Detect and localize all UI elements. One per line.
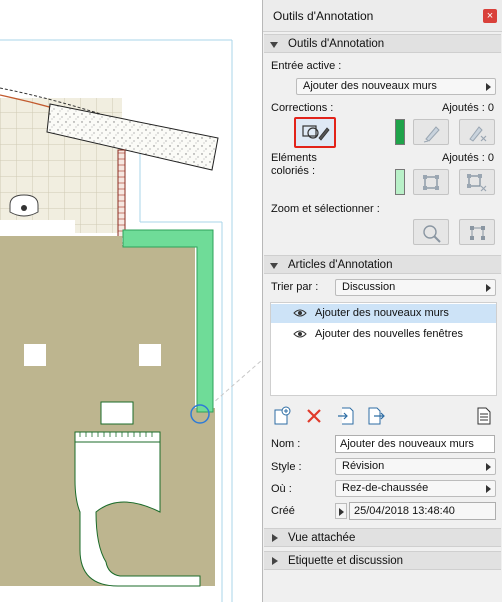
created-date-field: 25/04/2018 13:48:40 xyxy=(349,502,496,520)
column xyxy=(24,344,46,366)
section-header-items[interactable]: Articles d'Annotation xyxy=(264,255,501,274)
corrections-added-count: Ajoutés : 0 xyxy=(442,102,494,114)
palette-titlebar[interactable]: Outils d'Annotation × xyxy=(263,0,502,32)
pencil-remove-icon xyxy=(469,126,487,142)
new-item-icon xyxy=(274,406,291,425)
close-button[interactable]: × xyxy=(483,9,497,23)
highlight-add-button[interactable] xyxy=(413,169,449,195)
correction-draw-button[interactable] xyxy=(294,117,336,148)
magnifier-icon xyxy=(423,225,441,243)
name-field[interactable]: Ajouter des nouveaux murs xyxy=(335,435,495,453)
highlighted-label-line2: coloriés : xyxy=(271,165,316,177)
expand-arrow-icon xyxy=(339,508,344,516)
import-item-button[interactable] xyxy=(337,406,355,426)
dropdown-arrow-icon xyxy=(486,485,491,493)
dropdown-arrow-icon xyxy=(486,463,491,471)
zoom-button[interactable] xyxy=(413,219,449,245)
appliance xyxy=(100,401,134,425)
style-dropdown[interactable]: Révision xyxy=(335,458,496,475)
highlight-color-swatch[interactable] xyxy=(395,169,405,195)
select-frame-icon xyxy=(423,175,439,190)
annotation-items-list: Ajouter des nouveaux murs Ajouter des no… xyxy=(270,302,497,396)
delete-icon xyxy=(307,409,321,423)
name-label: Nom : xyxy=(271,438,301,450)
highlight-remove-button[interactable] xyxy=(459,169,495,195)
delete-item-button[interactable] xyxy=(305,406,323,426)
section-header-tag-discussion[interactable]: Etiquette et discussion xyxy=(264,551,501,570)
sort-by-label: Trier par : xyxy=(271,281,319,293)
active-entry-dropdown[interactable]: Ajouter des nouveaux murs xyxy=(296,78,496,95)
expand-arrow-icon xyxy=(272,557,278,565)
list-item[interactable]: Ajouter des nouveaux murs xyxy=(271,304,496,323)
correction-remove-button[interactable] xyxy=(459,119,495,145)
sort-by-dropdown[interactable]: Discussion xyxy=(335,279,496,296)
floor-plan-drawing xyxy=(0,39,262,602)
item-details-button[interactable] xyxy=(475,406,493,426)
dropdown-arrow-icon xyxy=(486,284,491,292)
collapse-arrow-icon xyxy=(270,42,278,48)
expand-arrow-icon xyxy=(272,534,278,542)
location-dropdown[interactable]: Rez-de-chaussée xyxy=(335,480,496,497)
palette-title: Outils d'Annotation xyxy=(273,9,374,23)
select-elements-button[interactable] xyxy=(459,219,495,245)
eye-icon[interactable] xyxy=(293,329,307,339)
export-item-button[interactable] xyxy=(367,406,385,426)
selection-nodes-icon xyxy=(470,226,485,240)
section-header-attached-view[interactable]: Vue attachée xyxy=(264,528,501,547)
correction-edit-button[interactable] xyxy=(413,119,449,145)
correction-pen-icon xyxy=(302,125,330,141)
section-header-tools[interactable]: Outils d'Annotation xyxy=(264,34,501,53)
column xyxy=(139,344,161,366)
select-frame-remove-icon xyxy=(467,174,487,192)
annotation-palette: Outils d'Annotation × Outils d'Annotatio… xyxy=(262,0,502,602)
corrections-color-swatch[interactable] xyxy=(395,119,405,145)
created-label: Créé xyxy=(271,505,295,517)
pencil-icon xyxy=(423,126,440,143)
import-icon xyxy=(338,407,354,425)
eye-icon[interactable] xyxy=(293,308,307,318)
style-label: Style : xyxy=(271,461,302,473)
corrections-label: Corrections : xyxy=(271,102,334,114)
where-label: Où : xyxy=(271,483,292,495)
drawing-canvas[interactable] xyxy=(0,0,262,602)
document-icon xyxy=(477,407,491,425)
created-expand-button[interactable] xyxy=(335,503,347,519)
zoom-select-label: Zoom et sélectionner : xyxy=(271,203,380,215)
active-entry-label: Entrée active : xyxy=(271,60,342,72)
highlighted-added-count: Ajoutés : 0 xyxy=(442,152,494,164)
list-item[interactable]: Ajouter des nouvelles fenêtres xyxy=(271,325,496,344)
highlighted-label-line1: Eléments xyxy=(271,152,317,164)
dropdown-arrow-icon xyxy=(486,83,491,91)
collapse-arrow-icon xyxy=(270,263,278,269)
new-item-button[interactable] xyxy=(273,406,291,426)
export-icon xyxy=(368,407,385,425)
